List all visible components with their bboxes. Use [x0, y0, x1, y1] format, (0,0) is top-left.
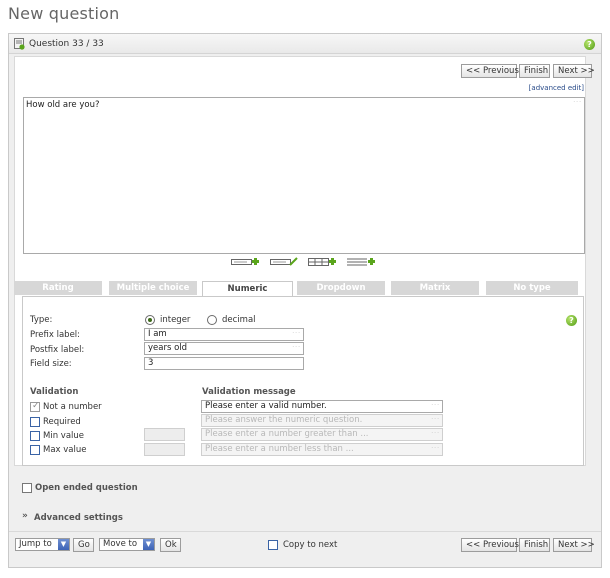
page-title: New question	[8, 4, 120, 23]
move-to-label: Move to	[103, 539, 138, 549]
required-message-input: Please answer the numeric question. ···	[201, 414, 443, 427]
tab-matrix[interactable]: Matrix	[391, 281, 479, 295]
question-type-tabs: Rating Multiple choice Numeric Dropdown …	[14, 281, 584, 297]
min-value-label: Min value	[43, 431, 85, 441]
max-value-checkbox[interactable]	[30, 445, 40, 455]
required-label: Required	[43, 417, 81, 427]
postfix-value: years old	[148, 343, 188, 353]
insert-field-icon[interactable]	[231, 257, 259, 266]
min-value-checkbox[interactable]	[30, 431, 40, 441]
help-icon[interactable]: ?	[566, 315, 577, 326]
copy-to-next-checkbox[interactable]	[268, 540, 278, 550]
max-value-input	[144, 443, 185, 456]
question-text-editor[interactable]: How old are you? ···	[23, 97, 585, 254]
advanced-settings-toggle[interactable]: Advanced settings	[34, 513, 123, 523]
footer-divider	[9, 531, 601, 532]
prefix-label: Prefix label:	[30, 330, 81, 340]
move-to-select[interactable]: Move to ▼	[99, 538, 155, 551]
resize-grip-icon[interactable]: ···	[573, 99, 582, 106]
field-size-input[interactable]: 3	[144, 357, 304, 370]
panel-header: Question 33 / 33 ?	[9, 34, 601, 54]
question-text: How old are you?	[26, 100, 100, 110]
max-value-label: Max value	[43, 445, 87, 455]
go-button[interactable]: Go	[73, 538, 94, 552]
resize-grip-icon: ···	[292, 344, 301, 351]
field-size-value: 3	[148, 358, 154, 368]
open-ended-label[interactable]: Open ended question	[35, 483, 138, 493]
min-value-message-input: Please enter a number greater than ... ·…	[201, 428, 443, 441]
postfix-label: Postfix label:	[30, 345, 85, 355]
max-value-message-input: Please enter a number less than ... ···	[201, 443, 443, 456]
required-checkbox[interactable]	[30, 417, 40, 427]
advanced-edit-link[interactable]: [advanced edit]	[529, 84, 584, 92]
help-icon[interactable]: ?	[584, 39, 595, 50]
type-label: Type:	[30, 315, 53, 325]
insert-table-icon[interactable]	[308, 257, 336, 266]
jump-to-label: Jump to	[19, 539, 52, 549]
jump-to-select[interactable]: Jump to ▼	[15, 538, 70, 551]
chevron-down-icon: ▼	[58, 539, 69, 550]
not-a-number-message: Please enter a valid number.	[205, 401, 327, 411]
tab-multiple-choice[interactable]: Multiple choice	[109, 281, 197, 295]
type-integer-label: integer	[160, 315, 191, 325]
validation-message-heading: Validation message	[202, 387, 296, 397]
resize-grip-icon: ···	[431, 430, 440, 437]
max-value-message: Please enter a number less than ...	[205, 444, 354, 454]
tab-dropdown[interactable]: Dropdown	[297, 281, 385, 295]
previous-button[interactable]: << Previous	[461, 64, 519, 78]
prefix-value: I am	[148, 329, 167, 339]
resize-grip-icon: ···	[292, 330, 301, 337]
not-a-number-checkbox[interactable]	[30, 401, 40, 412]
field-size-label: Field size:	[30, 359, 72, 369]
not-a-number-label: Not a number	[43, 402, 102, 412]
resize-grip-icon: ···	[431, 402, 440, 409]
type-decimal-label: decimal	[222, 315, 256, 325]
prefix-input[interactable]: I am ···	[144, 328, 304, 341]
copy-to-next-label: Copy to next	[283, 540, 338, 550]
chevron-down-icon[interactable]: »	[22, 511, 28, 521]
tab-numeric[interactable]: Numeric	[202, 281, 293, 297]
insert-line-icon[interactable]	[347, 257, 375, 266]
open-ended-checkbox[interactable]	[22, 483, 32, 493]
resize-grip-icon: ···	[431, 416, 440, 423]
resize-grip-icon: ···	[431, 445, 440, 452]
type-decimal-radio[interactable]	[207, 315, 217, 325]
min-value-input	[144, 428, 185, 441]
finish-button[interactable]: Finish	[519, 538, 550, 552]
previous-button[interactable]: << Previous	[461, 538, 519, 552]
question-icon	[14, 38, 25, 50]
min-value-message: Please enter a number greater than ...	[205, 429, 369, 439]
tab-no-type[interactable]: No type	[486, 281, 578, 295]
next-button[interactable]: Next >>	[553, 64, 595, 78]
edit-field-icon[interactable]	[270, 257, 298, 266]
finish-button[interactable]: Finish	[519, 64, 550, 78]
tab-rating[interactable]: Rating	[14, 281, 102, 295]
postfix-input[interactable]: years old ···	[144, 342, 304, 355]
next-button[interactable]: Next >>	[553, 538, 595, 552]
question-counter: Question 33 / 33	[29, 39, 104, 49]
validation-heading: Validation	[30, 387, 79, 397]
ok-button[interactable]: Ok	[160, 538, 181, 552]
chevron-down-icon: ▼	[143, 539, 154, 550]
not-a-number-message-input[interactable]: Please enter a valid number. ···	[201, 400, 443, 413]
required-message: Please answer the numeric question.	[205, 415, 363, 425]
type-integer-radio[interactable]	[145, 315, 155, 325]
